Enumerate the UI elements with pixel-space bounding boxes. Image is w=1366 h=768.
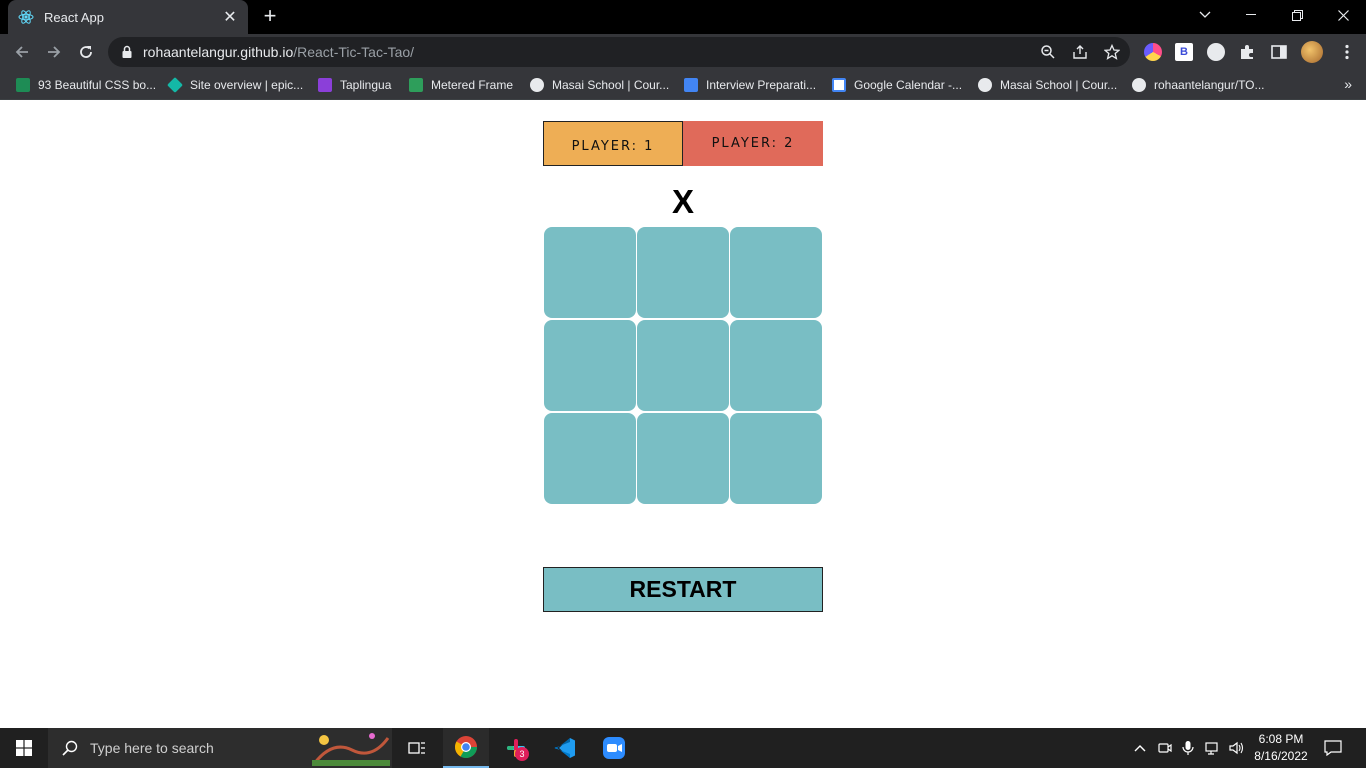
- bookmark-favicon-icon: [16, 78, 30, 92]
- extension-color-icon[interactable]: [1144, 43, 1162, 61]
- board-cell[interactable]: [730, 320, 822, 411]
- player-1-badge: PLAYER: 1: [543, 121, 683, 166]
- clock-date: 8/16/2022: [1254, 749, 1308, 763]
- search-placeholder: Type here to search: [90, 740, 214, 756]
- react-icon: [18, 9, 34, 25]
- browser-titlebar: React App ✕ +: [0, 0, 1366, 34]
- back-arrow-icon[interactable]: [10, 40, 34, 64]
- restart-button[interactable]: RESTART: [543, 567, 823, 612]
- bookmark-item[interactable]: Google Calendar -...: [832, 76, 962, 94]
- bookmark-item[interactable]: rohaantelangur/TO...: [1132, 76, 1265, 94]
- bookmark-item[interactable]: 93 Beautiful CSS bo...: [16, 76, 156, 94]
- search-highlight-illustration-icon: [312, 733, 390, 766]
- board-cell[interactable]: [637, 227, 729, 318]
- minimize-icon[interactable]: [1228, 0, 1274, 30]
- url-path: /React-Tic-Tac-Tao/: [293, 44, 415, 60]
- star-badge-icon: [318, 78, 332, 92]
- taskbar-search-box[interactable]: Type here to search: [48, 728, 392, 768]
- share-icon[interactable]: [1072, 44, 1088, 60]
- player-2-badge: PLAYER: 2: [683, 121, 823, 166]
- bookmark-star-icon[interactable]: [1104, 44, 1120, 60]
- url-host: rohaantelangur.github.io: [143, 44, 294, 60]
- lock-icon: [122, 45, 132, 58]
- address-bar[interactable]: rohaantelangur.github.io/React-Tic-Tac-T…: [108, 37, 1130, 67]
- slack-taskbar-icon[interactable]: 3: [493, 728, 539, 768]
- board-cell[interactable]: [730, 413, 822, 504]
- search-icon: [62, 740, 78, 756]
- board-cell[interactable]: [730, 227, 822, 318]
- forward-arrow-icon[interactable]: [42, 40, 66, 64]
- tab-search-icon[interactable]: [1182, 0, 1228, 30]
- google-calendar-icon: [832, 78, 846, 92]
- bookmarks-overflow-button[interactable]: »: [1344, 76, 1352, 92]
- metered-frame-icon: [409, 78, 423, 92]
- clock-time: 6:08 PM: [1258, 732, 1304, 746]
- page-content: PLAYER: 1 PLAYER: 2 X RESTART: [0, 101, 1366, 728]
- github-icon: [1132, 78, 1146, 92]
- game-board: [543, 227, 823, 505]
- restore-icon[interactable]: [1274, 0, 1320, 30]
- globe-icon: [978, 78, 992, 92]
- current-turn-indicator: X: [671, 183, 694, 220]
- system-clock[interactable]: 6:08 PM 8/16/2022: [1250, 731, 1312, 765]
- browser-tab-active[interactable]: React App ✕: [8, 0, 248, 34]
- more-menu-icon[interactable]: [1338, 43, 1356, 61]
- reload-icon[interactable]: [74, 40, 98, 64]
- network-icon[interactable]: [1202, 728, 1224, 768]
- vscode-taskbar-icon[interactable]: [542, 728, 588, 768]
- tab-close-icon[interactable]: ✕: [222, 7, 238, 27]
- windows-start-icon[interactable]: [0, 728, 48, 768]
- slack-notification-badge: 3: [515, 747, 529, 761]
- google-docs-icon: [684, 78, 698, 92]
- board-cell[interactable]: [544, 320, 636, 411]
- extension-b-icon[interactable]: B: [1175, 43, 1193, 61]
- bookmark-item[interactable]: Metered Frame: [409, 76, 513, 94]
- meet-now-icon[interactable]: [1155, 728, 1175, 768]
- board-cell[interactable]: [637, 413, 729, 504]
- zoom-taskbar-icon[interactable]: [591, 728, 637, 768]
- side-panel-icon[interactable]: [1270, 43, 1288, 61]
- tab-title: React App: [44, 9, 104, 25]
- globe-icon: [530, 78, 544, 92]
- bookmark-item[interactable]: Interview Preparati...: [684, 76, 816, 94]
- bookmark-item[interactable]: Taplingua: [318, 76, 391, 94]
- new-tab-button[interactable]: +: [259, 5, 281, 28]
- board-cell[interactable]: [544, 227, 636, 318]
- bookmarks-bar: 93 Beautiful CSS bo... Site overview | e…: [0, 70, 1366, 100]
- board-cell[interactable]: [637, 320, 729, 411]
- microphone-icon[interactable]: [1178, 728, 1198, 768]
- chrome-taskbar-icon[interactable]: [443, 728, 489, 768]
- volume-icon[interactable]: [1226, 728, 1248, 768]
- tray-overflow-chevron-icon[interactable]: [1130, 728, 1150, 768]
- extensions-puzzle-icon[interactable]: [1238, 43, 1256, 61]
- windows-taskbar: Type here to search 3 6:08 PM 8/16/2022: [0, 728, 1366, 768]
- bookmark-item[interactable]: Masai School | Cour...: [530, 76, 669, 94]
- extension-dark-circle-icon[interactable]: [1207, 43, 1225, 61]
- close-window-icon[interactable]: [1320, 0, 1366, 30]
- board-cell[interactable]: [544, 413, 636, 504]
- zoom-icon[interactable]: [1040, 44, 1056, 60]
- bookmark-item[interactable]: Masai School | Cour...: [978, 76, 1117, 94]
- bookmark-item[interactable]: Site overview | epic...: [167, 76, 303, 94]
- profile-avatar[interactable]: [1301, 41, 1323, 63]
- diamond-icon: [167, 77, 183, 93]
- task-view-icon[interactable]: [394, 728, 440, 768]
- notifications-icon[interactable]: [1320, 728, 1346, 768]
- browser-toolbar: rohaantelangur.github.io/React-Tic-Tac-T…: [0, 34, 1366, 70]
